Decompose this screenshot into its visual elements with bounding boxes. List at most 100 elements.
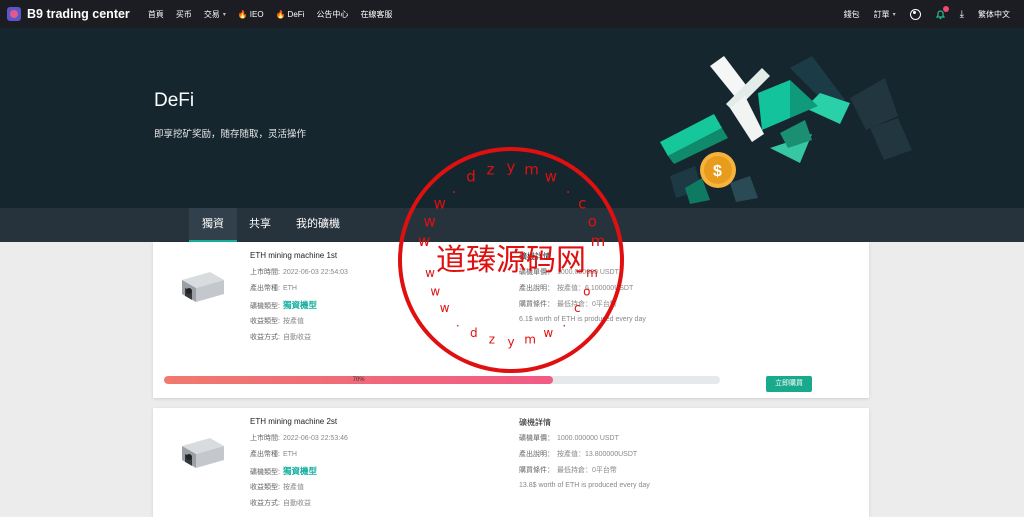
download-icon[interactable]: ⤓ <box>960 9 964 20</box>
nav-wallet[interactable]: 錢包 <box>844 9 860 20</box>
progress-fill: 70% <box>164 376 554 384</box>
notifications-button[interactable] <box>935 5 949 20</box>
brand-logo[interactable]: B9 trading center <box>7 7 130 21</box>
coin-label: 產出幣種: <box>250 451 280 458</box>
watermark-ring-letter: d <box>466 168 476 186</box>
nav-buy-coin[interactable]: 买币 <box>176 9 192 20</box>
nav-wallet-label: 錢包 <box>843 9 860 19</box>
watermark-ring-letter: w <box>425 266 435 280</box>
notification-badge <box>942 5 949 12</box>
tab-solo[interactable]: 獨資 <box>189 208 237 242</box>
main-nav: 首頁 买币 交易 ▾ 🔥 IEO 🔥 DeFi 公告中心 在線客服 <box>148 9 405 20</box>
tab-my-machines[interactable]: 我的礦機 <box>290 208 346 242</box>
list-time-label: 上市時間: <box>250 435 280 442</box>
watermark-ring-letter: z <box>489 333 495 347</box>
sales-progress-bar: 70% <box>164 376 720 384</box>
daily-output-note: 13.8$ worth of ETH is produced every day <box>519 482 650 489</box>
watermark-ring-letter: w <box>440 301 450 315</box>
type-label: 礦機類型: <box>250 469 280 476</box>
watermark-ring-letter: d <box>470 326 478 340</box>
user-icon <box>909 8 921 20</box>
watermark-ring-letter: w <box>543 326 553 340</box>
watermark-ring-letter: m <box>591 232 606 250</box>
buy-now-button[interactable]: 立即購買 <box>766 376 812 392</box>
nav-trade-label: 交易 <box>203 9 220 19</box>
watermark-ring-letter: o <box>583 284 590 298</box>
watermark-ring-letter: m <box>524 333 536 347</box>
watermark-ring-letter: c <box>578 194 586 212</box>
watermark-ring-letter: y <box>507 158 516 176</box>
watermark-ring-letter: . <box>456 315 460 329</box>
watermark-ring-letter: . <box>566 179 571 197</box>
income-type-label: 收益類型: <box>250 318 280 325</box>
miner-device-icon <box>182 438 224 468</box>
watermark-stamp: 道臻源码网 wwwwww..ddzzyymmww..ccoomm <box>398 147 624 373</box>
mining-illustration: $ <box>660 56 912 204</box>
condition-value: 最低持倉：0平台幣 <box>557 467 617 474</box>
nav-announcements[interactable]: 公告中心 <box>316 9 348 20</box>
page-title: DeFi <box>154 90 195 111</box>
tab-shared[interactable]: 共享 <box>241 208 279 242</box>
nav-orders-label: 訂單 <box>873 9 890 19</box>
income-type-label: 收益類型: <box>250 484 280 491</box>
list-time-label: 上市時間: <box>250 269 280 276</box>
top-navbar: B9 trading center 首頁 买币 交易 ▾ 🔥 IEO 🔥 DeFi 公… <box>0 0 1024 28</box>
fire-icon: 🔥 <box>237 9 248 19</box>
coin-value: ETH <box>282 451 297 458</box>
details-title: 礦機詳情 <box>519 418 551 427</box>
page-subtitle: 即享挖矿奖励，随存随取，灵活操作 <box>154 129 307 140</box>
type-value: 獨資機型 <box>282 466 317 476</box>
nav-defi[interactable]: 🔥 DeFi <box>276 10 305 19</box>
nav-buy-coin-label: 买币 <box>175 9 192 19</box>
machine-name: ETH mining machine 1st <box>250 251 338 260</box>
brand-name: B9 trading center <box>27 7 130 21</box>
watermark-ring-letter: m <box>586 266 598 280</box>
type-label: 礦機類型: <box>250 303 280 310</box>
language-selector[interactable]: 繁体中文 <box>978 9 1010 20</box>
condition-label: 購買條件： <box>519 467 554 474</box>
output-label: 產出說明： <box>519 451 554 458</box>
income-method-value: 自動收益 <box>282 500 311 507</box>
watermark-ring-letter: o <box>588 212 597 230</box>
output-value: 按產值：13.800000USDT <box>557 451 638 458</box>
coin-label: 產出幣種: <box>250 285 280 292</box>
machine-name: ETH mining machine 2st <box>250 417 338 426</box>
list-time-value: 2022-06-03 22:54:03 <box>282 269 348 276</box>
income-method-value: 自動收益 <box>282 334 311 341</box>
machine-card: ETH mining machine 2st 上市時間: 2022-06-03 2… <box>153 408 869 517</box>
nav-ieo[interactable]: 🔥 IEO <box>238 10 264 19</box>
watermark-ring-letter: w <box>545 168 557 186</box>
user-account-button[interactable] <box>909 8 921 20</box>
income-method-label: 收益方式: <box>250 500 280 507</box>
watermark-ring-letter: m <box>524 160 539 178</box>
watermark-ring-letter: y <box>507 335 514 349</box>
nav-support[interactable]: 在線客服 <box>360 9 392 20</box>
watermark-ring-letter: w <box>434 194 446 212</box>
svg-text:$: $ <box>713 163 722 180</box>
watermark-ring-letter: w <box>418 232 430 250</box>
watermark-ring-letter: w <box>430 284 440 298</box>
nav-right: 錢包 訂單 ▾ ⤓ 繁体中文 <box>844 0 1024 28</box>
type-value: 獨資機型 <box>282 300 317 310</box>
nav-home[interactable]: 首頁 <box>148 9 164 20</box>
coin-value: ETH <box>282 285 297 292</box>
chevron-down-icon: ▾ <box>892 11 896 18</box>
nav-trade[interactable]: 交易 ▾ <box>204 9 226 20</box>
nav-announcements-label: 公告中心 <box>316 9 349 19</box>
price-label: 礦機單價： <box>519 435 554 442</box>
list-time-value: 2022-06-03 22:53:46 <box>282 435 348 442</box>
price-value: 1000.000000 USDT <box>557 435 619 442</box>
nav-ieo-label: IEO <box>249 9 264 19</box>
miner-device-icon <box>182 272 224 302</box>
nav-orders[interactable]: 訂單 ▾ <box>874 9 896 20</box>
income-type-value: 按產值 <box>282 318 304 325</box>
watermark-ring-letter: c <box>574 301 581 315</box>
watermark-ring-letter: . <box>562 315 566 329</box>
watermark-text: 道臻源码网 <box>436 243 586 278</box>
nav-home-label: 首頁 <box>147 9 164 19</box>
fire-icon: 🔥 <box>275 9 286 19</box>
nav-support-label: 在線客服 <box>360 9 393 19</box>
income-type-value: 按產值 <box>282 484 304 491</box>
watermark-ring-letter: w <box>424 212 436 230</box>
brand-mark-icon <box>7 7 21 21</box>
